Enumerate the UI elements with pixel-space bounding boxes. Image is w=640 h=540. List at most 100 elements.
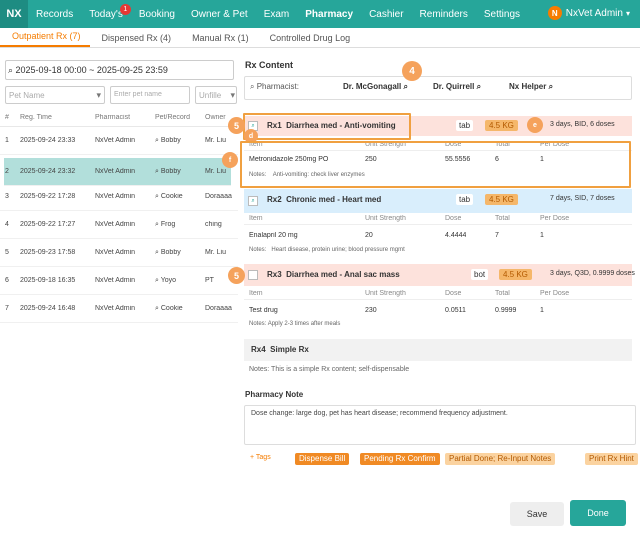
col-total: Total xyxy=(495,290,510,297)
app-logo[interactable]: NX xyxy=(0,0,28,28)
rx1-dose: 55.5556 xyxy=(445,156,471,163)
table-row[interactable]: 1 2025-09-24 23:33 NxVet Admin ⌕ Bobby M… xyxy=(0,127,238,155)
rx1-item-row[interactable]: Metronidazole 250mg PO 250 55.5556 6 1 xyxy=(244,156,632,170)
tag-dispense-bill[interactable]: Dispense Bill xyxy=(295,453,350,465)
row-owner: Mr. Liu xyxy=(205,137,227,144)
rx2-checkbox[interactable]: ⌕ xyxy=(248,196,258,206)
rx2-item: Enalapril 20 mg xyxy=(249,232,298,239)
tab-outpatient-rx[interactable]: Outpatient Rx (7) xyxy=(0,31,90,47)
rx3-freq: 3 days, Q3D, 0.9999 doses xyxy=(550,270,635,277)
row-time: 2025-09-24 16:48 xyxy=(20,305,76,312)
row-owner: Doraaaa xyxy=(205,305,232,312)
rx3-header[interactable]: Rx3 Diarrhea med - Anal sac mass bot 4.5… xyxy=(244,264,635,286)
rx-list-panel: ⌕ 2025-09-18 00:00 ~ 2025-09-25 23:59 Pe… xyxy=(0,48,238,540)
rx4-header[interactable]: Rx4 Simple Rx xyxy=(244,339,632,361)
chevron-down-icon: ▾ xyxy=(96,90,101,100)
step-badge-pharmacist: 4 xyxy=(402,61,422,81)
pharmacy-note-title: Pharmacy Note xyxy=(245,390,304,399)
nav-booking[interactable]: Booking xyxy=(131,9,183,20)
pharmacist-chip-quirrell[interactable]: Dr. Quirrell ⌕ xyxy=(433,82,481,92)
nav-cashier[interactable]: Cashier xyxy=(361,9,411,20)
date-range-picker[interactable]: ⌕ 2025-09-18 00:00 ~ 2025-09-25 23:59 xyxy=(5,60,234,80)
save-button[interactable]: Save xyxy=(510,502,564,526)
nav-pharmacy[interactable]: Pharmacy xyxy=(297,9,361,20)
pet-name-input-placeholder: Enter pet name xyxy=(114,91,162,98)
nav-exam[interactable]: Exam xyxy=(256,9,298,20)
pharmacy-note-textarea[interactable]: Dose change: large dog, pet has heart di… xyxy=(244,405,636,445)
rx3-checkbox[interactable] xyxy=(248,270,258,280)
rx1-highlight xyxy=(243,113,411,140)
rx2-label: Rx2 xyxy=(267,195,282,204)
rx1-total: 6 xyxy=(495,156,499,163)
rx4-title: Rx4 Simple Rx xyxy=(251,345,309,354)
chevron-down-icon: ▾ xyxy=(230,90,235,100)
table-row[interactable]: 3 2025-09-22 17:28 NxVet Admin ⌕ Cookie … xyxy=(0,183,238,211)
table-row-selected[interactable]: 2 2025-09-24 23:32 NxVet Admin ⌕ Bobby M… xyxy=(4,158,231,186)
rx2-qty: 4.5 KG xyxy=(485,194,518,205)
row-pharmacist: NxVet Admin xyxy=(95,168,136,175)
pharmacist-selector: ⌕ Pharmacist: Dr. McGonagall ⌕ Dr. Quirr… xyxy=(244,76,632,100)
nav-reminders[interactable]: Reminders xyxy=(412,9,476,20)
nav-owner-pet[interactable]: Owner & Pet xyxy=(183,9,256,20)
rx2-header[interactable]: ⌕ Rx2 Chronic med - Heart med tab 4.5 KG… xyxy=(244,189,632,213)
pharmacist-chip-nx-helper[interactable]: Nx Helper ⌕ xyxy=(509,82,553,92)
rx3-strength: 230 xyxy=(365,307,377,314)
row-pharmacist: NxVet Admin xyxy=(95,277,136,284)
tag-pending-rx-confirm[interactable]: Pending Rx Confirm xyxy=(360,453,440,465)
rx2-strength: 20 xyxy=(365,232,373,239)
col-num: # xyxy=(5,114,9,121)
row-pharmacist: NxVet Admin xyxy=(95,221,136,228)
table-row[interactable]: 5 2025-09-23 17:58 NxVet Admin ⌕ Bobby M… xyxy=(0,239,238,267)
todays-count-badge: 1 xyxy=(119,3,131,15)
row-num: 4 xyxy=(5,221,9,228)
row-pet: ⌕ Bobby xyxy=(155,168,181,175)
tab-manual-rx[interactable]: Manual Rx (1) xyxy=(180,33,258,47)
rx3-label: Rx3 xyxy=(267,270,282,279)
rx2-table-header: Item Unit Strength Dose Total Per Dose xyxy=(244,213,632,225)
row-pet: ⌕ Cookie xyxy=(155,193,183,200)
rx1-per-dose: 1 xyxy=(540,156,544,163)
rx1-form: tab xyxy=(456,120,474,131)
col-pharmacist: Pharmacist xyxy=(95,114,131,121)
table-row[interactable]: 6 2025-09-18 16:35 NxVet Admin ⌕ Yoyo PT xyxy=(0,267,238,295)
row-num: 6 xyxy=(5,277,9,284)
col-dose: Dose xyxy=(445,215,462,222)
user-menu[interactable]: N NxVet Admin ▾ xyxy=(547,6,630,20)
row-pet: ⌕ Yoyo xyxy=(155,277,177,284)
row-num: 5 xyxy=(5,249,9,256)
rx3-dose: 0.0511 xyxy=(445,307,466,314)
row-pharmacist: NxVet Admin xyxy=(95,193,136,200)
tab-dispensed-rx[interactable]: Dispensed Rx (4) xyxy=(90,33,181,47)
add-tag-button[interactable]: + Tags xyxy=(246,453,275,465)
status-placeholder: Unfille xyxy=(199,91,222,100)
table-row[interactable]: 4 2025-09-22 17:27 NxVet Admin ⌕ Frog ch… xyxy=(0,211,238,239)
tag-partial-done[interactable]: Partial Done; Re-Input Notes xyxy=(445,453,556,465)
tag-print-rx-hint[interactable]: Print Rx Hint xyxy=(585,453,638,465)
nav-records[interactable]: Records xyxy=(28,9,81,20)
pet-name-input[interactable]: Enter pet name xyxy=(110,86,190,104)
pet-name-select[interactable]: Pet Name ▾ xyxy=(5,86,105,104)
pharmacist-label: ⌕ Pharmacist: xyxy=(250,82,299,91)
top-navigation: NX Records Today's 1 Booking Owner & Pet … xyxy=(0,0,640,28)
tab-controlled-drug-log[interactable]: Controlled Drug Log xyxy=(258,33,360,47)
rx2-item-row[interactable]: Enalapril 20 mg 20 4.4444 7 1 xyxy=(244,232,632,246)
status-select[interactable]: Unfille ▾ xyxy=(195,86,237,104)
col-per-dose: Per Dose xyxy=(540,215,570,222)
rx2-total: 7 xyxy=(495,232,499,239)
nav-settings[interactable]: Settings xyxy=(476,9,528,20)
row-pharmacist: NxVet Admin xyxy=(95,305,136,312)
row-pet: ⌕ Bobby xyxy=(155,137,181,144)
pharmacist-chip-mcgonagall[interactable]: Dr. McGonagall ⌕ xyxy=(343,82,408,92)
pharmacy-subtabs: Outpatient Rx (7) Dispensed Rx (4) Manua… xyxy=(0,28,640,48)
col-item: Item xyxy=(249,290,263,297)
rx4-notes: Notes: This is a simple Rx content; self… xyxy=(249,366,410,373)
row-num: 3 xyxy=(5,193,9,200)
rx3-item-row[interactable]: Test drug 230 0.0511 0.9999 1 xyxy=(244,307,632,321)
rx2-freq: 7 days, SID, 7 doses xyxy=(550,195,615,202)
table-row[interactable]: 7 2025-09-24 16:48 NxVet Admin ⌕ Cookie … xyxy=(0,295,238,323)
rx3-title: Rx3 Diarrhea med - Anal sac mass xyxy=(267,270,400,279)
avatar: N xyxy=(547,6,562,20)
done-button[interactable]: Done xyxy=(570,500,626,526)
nav-todays[interactable]: Today's 1 xyxy=(81,3,131,20)
row-time: 2025-09-24 23:32 xyxy=(20,168,76,175)
